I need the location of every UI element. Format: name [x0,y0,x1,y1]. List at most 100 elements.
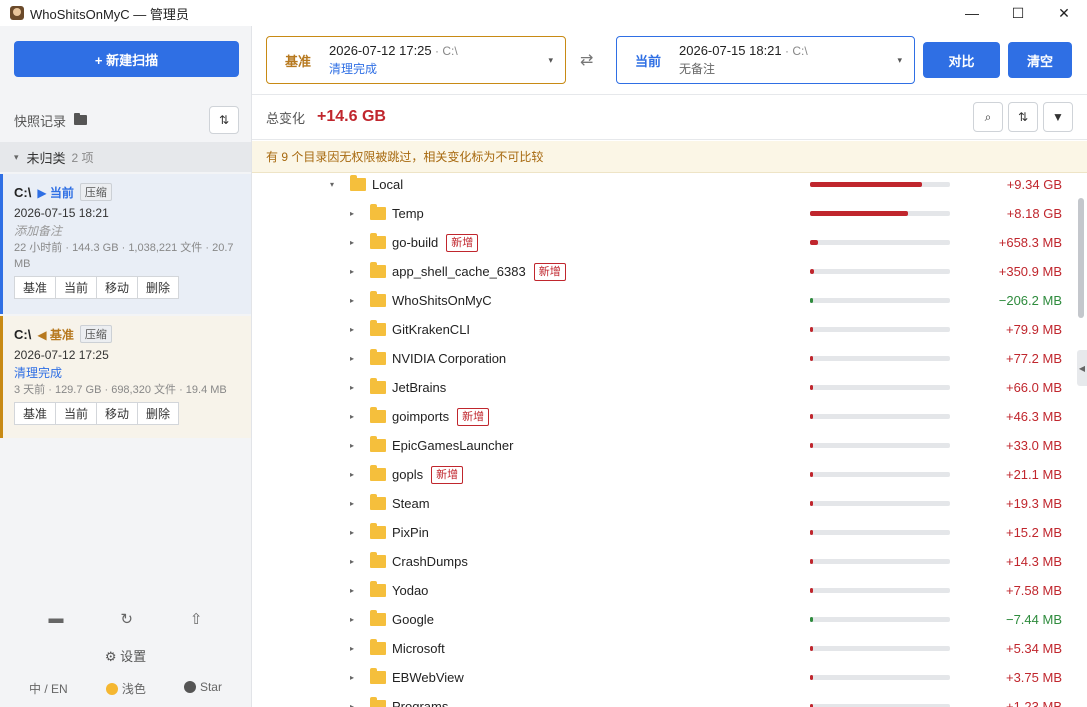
tree-row[interactable]: ▸ Google −7.44 MB [252,605,1074,634]
github-star-link[interactable]: Star [183,680,222,697]
tree-row[interactable]: ▸ Programs +1.23 MB [252,692,1074,707]
maximize-icon[interactable]: ☐ [995,0,1041,26]
set-base-button[interactable]: 基准 [14,276,57,299]
tree-row[interactable]: ▸ CrashDumps +14.3 MB [252,547,1074,576]
chevron-right-icon[interactable]: ▸ [350,325,354,334]
chevron-right-icon[interactable]: ▸ [350,296,354,305]
snapshot-card-current[interactable]: C:\ ▶ 当前 压缩 2026-07-15 18:21 添加备注 22 小时前… [0,174,251,314]
tree-row[interactable]: ▸ WhoShitsOnMyC −206.2 MB [252,286,1074,315]
chevron-right-icon[interactable]: ▸ [350,615,354,624]
swap-icon[interactable]: ⇄ [580,50,593,70]
tree-row[interactable]: ▸ go-build 新增 +658.3 MB [252,228,1074,257]
folder-name-text: Programs [392,699,449,707]
new-scan-button[interactable]: + 新建扫描 [14,41,239,77]
size-delta: +21.1 MB [1005,467,1062,482]
new-badge: 新增 [431,465,464,484]
language-toggle[interactable]: 中 / EN [29,680,68,697]
tree-row[interactable]: ▸ Temp +8.18 GB [252,199,1074,228]
tree-row[interactable]: ▸ PixPin +15.2 MB [252,518,1074,547]
group-count: 2 项 [71,150,94,165]
permission-warning: 有 9 个目录因无权限被跳过，相关变化标为不可比较 [252,141,1087,173]
snapshots-label: 快照记录 [14,113,67,129]
folder-icon [370,668,386,684]
folder-icon[interactable]: ▬ [48,610,63,628]
clear-button[interactable]: 清空 [1008,42,1072,78]
current-drive: · C:\ [781,44,808,58]
search-icon[interactable]: ⌕ [973,102,1003,132]
upload-icon[interactable]: ⇧ [190,610,203,628]
archive-icon[interactable] [74,113,88,125]
scrollbar-thumb[interactable] [1078,198,1084,318]
change-bar [810,559,950,564]
theme-toggle[interactable]: 浅色 [105,680,146,697]
move-button[interactable]: 移动 [96,402,139,425]
chevron-right-icon[interactable]: ▸ [350,702,354,707]
base-snapshot-select[interactable]: 基准 2026-07-12 17:25 · C:\ 清理完成 ▾ [266,36,566,84]
compare-button[interactable]: 对比 [923,42,1000,78]
tree-row[interactable]: ▸ EpicGamesLauncher +33.0 MB [252,431,1074,460]
tree-row[interactable]: ▸ Microsoft +5.34 MB [252,634,1074,663]
chevron-down-icon[interactable]: ▾ [330,180,334,189]
change-bar [810,269,950,274]
size-delta: +7.58 MB [1005,583,1062,598]
chevron-right-icon[interactable]: ▸ [350,673,354,682]
move-button[interactable]: 移动 [96,276,139,299]
tree-row[interactable]: ▸ GitKrakenCLI +79.9 MB [252,315,1074,344]
group-uncategorized[interactable]: ▾ 未归类 2 项 [0,142,251,172]
chevron-right-icon[interactable]: ▸ [350,557,354,566]
chevron-right-icon[interactable]: ▸ [350,412,354,421]
change-bar [810,443,950,448]
change-bar-fill [810,211,908,216]
refresh-icon[interactable]: ↻ [120,610,133,628]
set-current-button[interactable]: 当前 [55,276,98,299]
minimize-icon[interactable]: — [949,0,995,26]
folder-name: Temp [392,206,424,221]
chevron-right-icon[interactable]: ▸ [350,528,354,537]
change-bar [810,182,950,187]
chevron-right-icon[interactable]: ▸ [350,644,354,653]
chevron-right-icon[interactable]: ▸ [350,209,354,218]
chevron-right-icon[interactable]: ▸ [350,499,354,508]
tree-row[interactable]: ▸ NVIDIA Corporation +77.2 MB [252,344,1074,373]
snapshot-note[interactable]: 清理完成 [14,364,237,382]
sort-snapshots-button[interactable]: ⇅ [209,106,239,134]
tree-row[interactable]: ▸ app_shell_cache_6383 新增 +350.9 MB [252,257,1074,286]
chevron-right-icon[interactable]: ▸ [350,354,354,363]
tree-row[interactable]: ▸ goimports 新增 +46.3 MB [252,402,1074,431]
size-delta: +46.3 MB [1005,409,1062,424]
folder-name-text: EpicGamesLauncher [392,438,514,453]
current-time: 2026-07-15 18:21 [679,43,782,58]
tree-row[interactable]: ▸ JetBrains +66.0 MB [252,373,1074,402]
panel-collapse-handle[interactable]: ◀ [1077,350,1087,386]
delete-button[interactable]: 删除 [137,402,180,425]
set-base-button[interactable]: 基准 [14,402,57,425]
add-note-link[interactable]: 添加备注 [14,222,237,240]
change-bar [810,414,950,419]
tree-row[interactable]: ▸ Yodao +7.58 MB [252,576,1074,605]
size-delta: −7.44 MB [1005,612,1062,627]
chevron-right-icon[interactable]: ▸ [350,238,354,247]
folder-name-text: Yodao [392,583,429,598]
chevron-right-icon[interactable]: ▸ [350,586,354,595]
chevron-right-icon[interactable]: ▸ [350,470,354,479]
tree-scrollbar[interactable] [1075,173,1087,707]
tree-row[interactable]: ▸ Steam +19.3 MB [252,489,1074,518]
chevron-right-icon[interactable]: ▸ [350,267,354,276]
settings-button[interactable]: ⚙ 设置 [0,646,251,665]
diff-tree: ▾ Local +9.34 GB ▸ Temp +8.18 GB ▸ go-build 新增 +6… [252,173,1074,707]
close-icon[interactable]: ✕ [1041,0,1087,26]
filter-icon[interactable]: ▼ [1043,102,1073,132]
set-current-button[interactable]: 当前 [55,402,98,425]
sort-icon[interactable]: ⇅ [1008,102,1038,132]
folder-name: GitKrakenCLI [392,322,470,337]
tree-row[interactable]: ▸ gopls 新增 +21.1 MB [252,460,1074,489]
delete-button[interactable]: 删除 [137,276,180,299]
chevron-right-icon[interactable]: ▸ [350,441,354,450]
snapshot-card-base[interactable]: C:\ ◀ 基准 压缩 2026-07-12 17:25 清理完成 3 天前 ·… [0,316,251,438]
tree-row[interactable]: ▾ Local +9.34 GB [252,173,1074,199]
tree-row[interactable]: ▸ EBWebView +3.75 MB [252,663,1074,692]
change-bar [810,588,950,593]
current-snapshot-select[interactable]: 当前 2026-07-15 18:21 · C:\ 无备注 ▾ [616,36,915,84]
window-title: WhoShitsOnMyC — 管理员 [30,6,189,22]
chevron-right-icon[interactable]: ▸ [350,383,354,392]
